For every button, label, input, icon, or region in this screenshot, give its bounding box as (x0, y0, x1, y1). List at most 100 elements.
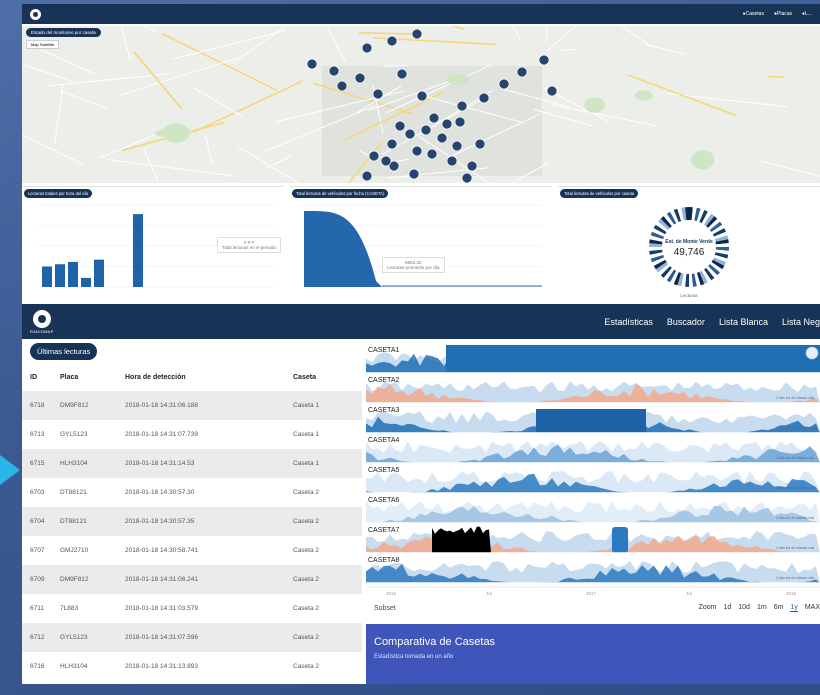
map-marker-icon[interactable] (451, 140, 463, 152)
map-marker-icon[interactable] (546, 85, 558, 97)
table-row[interactable]: 6712 GYL5123 2018-01-18 14:31:07.596 Caseta… (22, 623, 362, 652)
nav-estadisticas[interactable]: Estadísticas (604, 317, 653, 327)
zoom-option-1m[interactable]: 1m (757, 604, 767, 612)
header-hora[interactable]: Hora de detección (125, 374, 293, 381)
daily-readings-chart (304, 204, 542, 288)
cell-hora: 2018-01-18 14:31:14.53 (125, 460, 195, 467)
caseta-label: CASETA4 (368, 437, 399, 444)
map-marker-icon[interactable] (386, 35, 398, 47)
map-marker-icon[interactable] (411, 28, 423, 40)
table-row[interactable]: 6704 DT88121 2018-01-18 14:30:57.35 Caseta … (22, 507, 362, 536)
map-panel[interactable]: Estado del monitoreo por caseta Map Sate… (22, 26, 820, 183)
map-marker-icon[interactable] (428, 112, 440, 124)
table-row[interactable]: 6715 HLH3104 2018-01-18 14:31:14.53 Caseta … (22, 449, 362, 478)
table-row[interactable]: 6713 GYL5123 2018-01-18 14:31:07.739 Caseta… (22, 420, 362, 449)
daily-area[interactable] (304, 211, 382, 287)
accent-arrow-shape (0, 440, 20, 500)
hourly-bar[interactable] (133, 214, 143, 287)
map-marker-icon[interactable] (336, 80, 348, 92)
hourly-bar[interactable] (94, 259, 104, 287)
map-marker-icon[interactable] (454, 116, 466, 128)
overview-nav-casetas[interactable]: Casetas (743, 11, 764, 17)
zoom-option-1y[interactable]: 1y (790, 604, 798, 612)
cell-hora: 2018-01-18 14:31:07.596 (125, 634, 199, 641)
map-type-toggle[interactable]: Map Satellite (26, 40, 60, 49)
map-marker-icon[interactable] (466, 160, 478, 172)
map-marker-icon[interactable] (436, 132, 448, 144)
map-marker-icon[interactable] (516, 66, 528, 78)
map-marker-icon[interactable] (411, 145, 423, 157)
map-marker-icon[interactable] (354, 72, 366, 84)
latest-readings-pill[interactable]: Últimas lecturas (30, 343, 98, 360)
zoom-option-6m[interactable]: 6m (774, 604, 784, 612)
cell-hora: 2018-01-18 14:31:06.188 (125, 402, 199, 409)
map-marker-icon[interactable] (328, 65, 340, 77)
map-marker-icon[interactable] (404, 128, 416, 140)
map-marker-icon[interactable] (441, 118, 453, 130)
table-row[interactable]: 6709 DM9F812 2018-01-18 14:31:06.241 Caseta… (22, 565, 362, 594)
nav-lista-negra[interactable]: Lista Negra (782, 317, 820, 327)
table-row[interactable]: 6716 HLH3104 2018-01-18 14:31:13.893 Caseta… (22, 652, 362, 681)
cell-id: 6712 (30, 634, 45, 641)
nav-lista-blanca[interactable]: Lista Blanca (719, 317, 768, 327)
zoom-option-max[interactable]: MAX (805, 604, 820, 612)
cell-hora: 2018-01-18 14:31:13.893 (125, 663, 199, 670)
casetas-streamgraph-panel: CASETA1 CASETA2 1 dia en el mismo día CASET… (366, 339, 820, 684)
cell-caseta: Caseta 2 (293, 576, 320, 583)
overview-nav-placas[interactable]: Placas (774, 11, 792, 17)
map-marker-icon[interactable] (380, 155, 392, 167)
zoom-options: Zoom 1d 10d 1m 6m 1y MAX (699, 604, 820, 612)
hourly-bar[interactable] (68, 261, 78, 287)
map-marker-icon[interactable] (538, 54, 550, 66)
caseta-area-block[interactable] (446, 345, 820, 373)
header-id[interactable]: ID (22, 374, 60, 381)
map-marker-icon[interactable] (386, 138, 398, 150)
map-marker-icon[interactable] (394, 120, 406, 132)
cell-id: 6709 (30, 576, 45, 583)
map-marker-icon[interactable] (416, 90, 428, 102)
cell-placa: HLH3104 (60, 460, 88, 467)
cell-hora: 2018-01-18 14:30:57.35 (125, 518, 195, 525)
map-marker-icon[interactable] (446, 155, 458, 167)
nav-buscador[interactable]: Buscador (667, 317, 705, 327)
map-marker-icon[interactable] (420, 124, 432, 136)
table-row[interactable]: 6718 DM9F812 2018-01-18 14:31:06.188 Caseta… (22, 391, 362, 420)
hourly-bar[interactable] (42, 266, 52, 288)
map-marker-icon[interactable] (372, 88, 384, 100)
map-marker-icon[interactable] (408, 168, 420, 180)
table-row[interactable]: 6711 7L883 2018-01-18 14:31:03.579 Caseta 2 (22, 594, 362, 623)
cell-caseta: Caseta 1 (293, 460, 320, 467)
map-marker-icon[interactable] (456, 100, 468, 112)
overview-header: Casetas Placas L... (22, 4, 820, 24)
caseta-row-note: 1 dia en el mismo día (776, 575, 815, 580)
stream-menu-icon[interactable] (805, 346, 819, 360)
map-park (690, 150, 715, 170)
table-row[interactable]: 6703 DT88121 2018-01-18 14:30:57.30 Caseta … (22, 478, 362, 507)
table-row[interactable]: 6707 GMJ2710 2018-01-18 14:30:58.741 Caseta… (22, 536, 362, 565)
casetas-streamgraph[interactable]: CASETA1 CASETA2 1 dia en el mismo día CASET… (366, 339, 820, 601)
map-marker-icon[interactable] (396, 68, 408, 80)
logo-icon (32, 309, 51, 328)
map-marker-icon[interactable] (306, 58, 318, 70)
map-marker-icon[interactable] (478, 92, 490, 104)
brand[interactable]: RADIOMAP (30, 309, 54, 334)
map-marker-icon[interactable] (361, 170, 373, 182)
stream-axis-tick: 2018 (786, 591, 797, 596)
overview-nav-more[interactable]: L... (802, 11, 812, 17)
hourly-bar[interactable] (55, 264, 65, 287)
map-marker-icon[interactable] (368, 150, 380, 162)
caseta-area-block[interactable] (536, 409, 646, 433)
hourly-bar[interactable] (81, 277, 91, 287)
map-marker-icon[interactable] (498, 78, 510, 90)
map-marker-icon[interactable] (426, 148, 438, 160)
zoom-option-1d[interactable]: 1d (723, 604, 731, 612)
cell-hora: 2018-01-18 14:31:07.739 (125, 431, 199, 438)
map-marker-icon[interactable] (361, 42, 373, 54)
caseta-area-block[interactable] (612, 527, 628, 553)
table-header: ID Placa Hora de detección Caseta (22, 363, 362, 391)
map-marker-icon[interactable] (474, 138, 486, 150)
zoom-option-10d[interactable]: 10d (738, 604, 750, 612)
header-placa[interactable]: Placa (60, 374, 125, 381)
header-caseta[interactable]: Caseta (293, 374, 353, 381)
map-marker-icon[interactable] (461, 172, 473, 183)
